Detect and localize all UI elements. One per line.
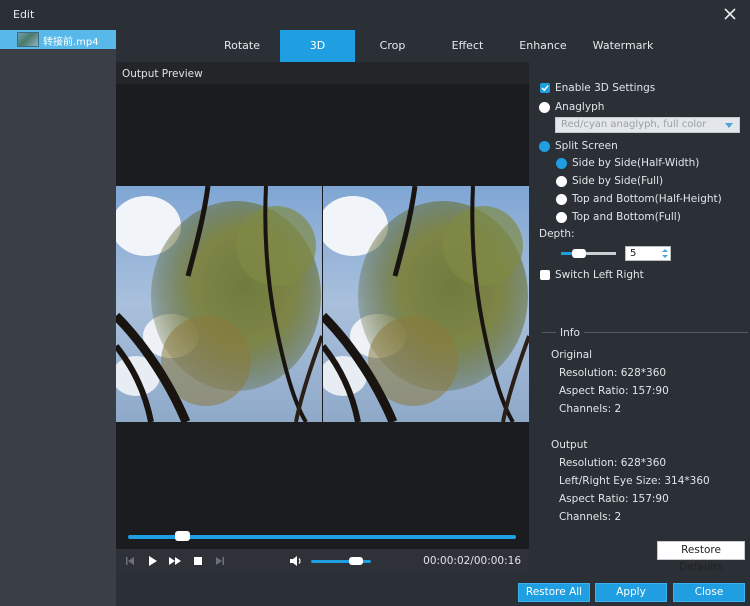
seek-handle[interactable] bbox=[175, 531, 191, 541]
output-preview: Output Preview bbox=[116, 62, 529, 549]
info-title: Info bbox=[556, 327, 584, 339]
volume-icon[interactable] bbox=[289, 554, 303, 568]
side-full-label: Side by Side(Full) bbox=[572, 175, 664, 187]
split-screen-label: Split Screen bbox=[555, 140, 618, 152]
left-eye-frame bbox=[116, 186, 322, 422]
file-list-item[interactable]: 转接前.mp4 bbox=[0, 30, 116, 49]
output-channels: Channels: 2 bbox=[559, 511, 622, 523]
depth-handle[interactable] bbox=[571, 249, 586, 258]
play-icon[interactable] bbox=[145, 554, 159, 568]
settings-panel: Enable 3D Settings Anaglyph Red/cyan ana… bbox=[530, 62, 750, 573]
tab-crop[interactable]: Crop bbox=[356, 30, 429, 62]
checkmark-icon bbox=[541, 85, 549, 92]
title-bar: Edit bbox=[0, 0, 750, 30]
fast-forward-icon[interactable] bbox=[168, 554, 182, 568]
tab-rotate[interactable]: Rotate bbox=[206, 30, 278, 62]
restore-defaults-button[interactable]: Restore Defaults bbox=[657, 541, 745, 573]
edit-tabs: Rotate 3D Crop Effect Enhance Watermark bbox=[116, 30, 750, 62]
anaglyph-dropdown-value: Red/cyan anaglyph, full color bbox=[561, 119, 707, 130]
next-frame-icon[interactable] bbox=[213, 554, 227, 568]
anaglyph-dropdown[interactable]: Red/cyan anaglyph, full color bbox=[555, 117, 740, 133]
original-aspect: Aspect Ratio: 157:90 bbox=[559, 385, 669, 397]
anaglyph-label: Anaglyph bbox=[555, 101, 605, 113]
top-full-radio[interactable] bbox=[556, 211, 567, 223]
close-icon[interactable] bbox=[722, 6, 738, 22]
switch-left-right-row[interactable]: Switch Left Right bbox=[540, 267, 644, 283]
side-half-label: Side by Side(Half-Width) bbox=[572, 157, 700, 169]
split-screen-radio[interactable] bbox=[539, 140, 550, 152]
side-full-radio[interactable] bbox=[556, 175, 567, 187]
split-option-side-full[interactable]: Side by Side(Full) bbox=[556, 173, 663, 189]
preview-label: Output Preview bbox=[122, 68, 203, 80]
original-heading: Original bbox=[551, 349, 593, 361]
original-resolution: Resolution: 628*360 bbox=[559, 367, 667, 379]
tab-3d[interactable]: 3D bbox=[280, 30, 355, 62]
top-half-label: Top and Bottom(Half-Height) bbox=[572, 193, 722, 205]
side-half-radio[interactable] bbox=[556, 157, 567, 169]
split-option-side-half[interactable]: Side by Side(Half-Width) bbox=[556, 155, 699, 171]
depth-label: Depth: bbox=[539, 228, 575, 240]
top-full-label: Top and Bottom(Full) bbox=[572, 211, 681, 223]
enable-3d-row[interactable]: Enable 3D Settings bbox=[540, 80, 655, 96]
depth-stepper[interactable]: 5 bbox=[625, 246, 671, 261]
anaglyph-radio[interactable] bbox=[539, 101, 550, 113]
tab-effect[interactable]: Effect bbox=[431, 30, 504, 62]
tab-enhance[interactable]: Enhance bbox=[506, 30, 580, 62]
chevron-down-icon bbox=[725, 123, 733, 128]
tab-watermark[interactable]: Watermark bbox=[582, 30, 664, 62]
switch-left-right-label: Switch Left Right bbox=[555, 269, 644, 281]
file-list-sidebar: 转接前.mp4 bbox=[0, 30, 116, 606]
output-resolution: Resolution: 628*360 bbox=[559, 457, 667, 469]
original-channels: Channels: 2 bbox=[559, 403, 622, 415]
stepper-arrows-icon[interactable] bbox=[662, 248, 668, 259]
time-display: 00:00:02/00:00:16 bbox=[423, 555, 521, 567]
video-thumbnail bbox=[17, 32, 39, 47]
output-heading: Output bbox=[551, 439, 588, 451]
output-eye-size: Left/Right Eye Size: 314*360 bbox=[559, 475, 710, 487]
close-button[interactable]: Close bbox=[673, 583, 745, 602]
stop-icon[interactable] bbox=[191, 554, 205, 568]
anaglyph-row[interactable]: Anaglyph bbox=[539, 99, 604, 115]
video-frame bbox=[116, 186, 529, 422]
depth-value: 5 bbox=[630, 248, 637, 259]
enable-3d-checkbox[interactable] bbox=[540, 83, 550, 93]
top-half-radio[interactable] bbox=[556, 193, 567, 205]
split-screen-row[interactable]: Split Screen bbox=[539, 138, 618, 154]
restore-all-button[interactable]: Restore All bbox=[518, 583, 590, 602]
enable-3d-label: Enable 3D Settings bbox=[555, 82, 656, 94]
right-eye-frame bbox=[323, 186, 529, 422]
previous-frame-icon[interactable] bbox=[123, 554, 137, 568]
window-title: Edit bbox=[13, 8, 35, 21]
split-option-top-half[interactable]: Top and Bottom(Half-Height) bbox=[556, 191, 722, 207]
volume-handle[interactable] bbox=[349, 557, 363, 565]
switch-left-right-checkbox[interactable] bbox=[540, 270, 550, 280]
split-option-top-full[interactable]: Top and Bottom(Full) bbox=[556, 209, 681, 225]
file-name: 转接前.mp4 bbox=[43, 37, 99, 48]
playback-controls: 00:00:02/00:00:16 bbox=[116, 549, 529, 573]
output-aspect: Aspect Ratio: 157:90 bbox=[559, 493, 669, 505]
apply-button[interactable]: Apply bbox=[595, 583, 667, 602]
